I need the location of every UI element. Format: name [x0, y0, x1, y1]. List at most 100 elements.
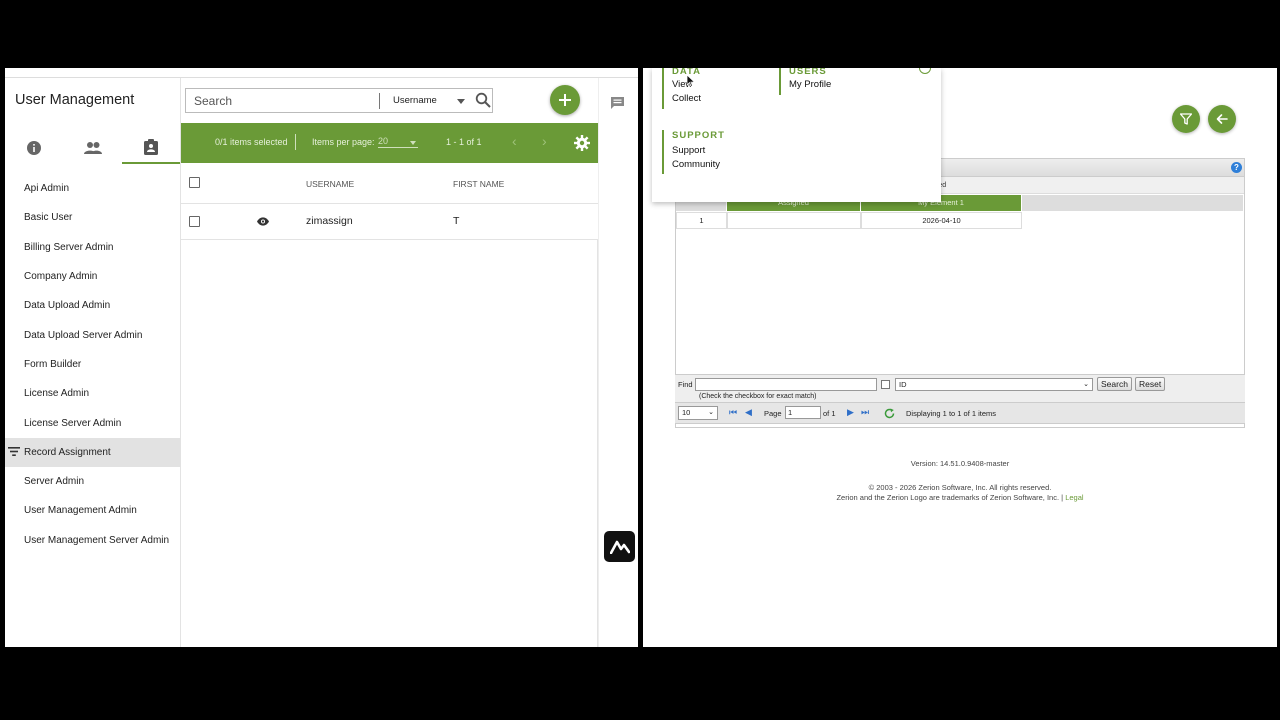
- desktop: User Management Api Admin Basic User Bil…: [0, 0, 1280, 720]
- search-placeholder: Search: [194, 94, 233, 108]
- search-button[interactable]: Search: [1097, 377, 1132, 391]
- search-input[interactable]: Search Username: [185, 88, 493, 113]
- role-label: Basic User: [24, 212, 73, 224]
- app-launcher-icon[interactable]: [604, 531, 635, 562]
- menu-section-support: SUPPORT Support Community: [662, 130, 752, 174]
- help-icon[interactable]: [919, 68, 931, 74]
- role-label: User Management Admin: [24, 505, 137, 517]
- chevron-right-icon[interactable]: ›: [542, 133, 547, 149]
- column-header-first-name[interactable]: FIRST NAME: [453, 179, 504, 189]
- role-item-data-upload-server-admin[interactable]: Data Upload Server Admin: [5, 320, 181, 349]
- role-label: Company Admin: [24, 271, 98, 283]
- nav-menu-popup: DATA View Collect USERS My Profile SUPPO…: [652, 68, 941, 202]
- plus-icon: [559, 94, 571, 106]
- search-field-select[interactable]: Username: [393, 95, 437, 106]
- menu-link-my-profile[interactable]: My Profile: [789, 78, 831, 92]
- prev-page-icon[interactable]: ◀: [745, 407, 752, 418]
- signature-icon: [609, 540, 630, 554]
- legal-link[interactable]: Legal: [1065, 493, 1083, 502]
- role-label: Api Admin: [24, 183, 70, 195]
- trademark-text: Zerion and the Zerion Logo are trademark…: [836, 493, 1064, 502]
- sidebar-tabs: [5, 132, 181, 164]
- chevron-down-icon[interactable]: [410, 141, 416, 145]
- role-label: License Server Admin: [24, 417, 122, 429]
- help-icon[interactable]: ?: [1231, 162, 1242, 173]
- tab-info[interactable]: [5, 132, 63, 164]
- assignment-icon: [144, 139, 158, 155]
- page-total: of 1: [823, 409, 836, 418]
- trademark-line: Zerion and the Zerion Logo are trademark…: [643, 493, 1277, 502]
- add-user-button[interactable]: [550, 85, 580, 115]
- find-field-select[interactable]: ID ⌄: [895, 378, 1093, 391]
- cell-assigned[interactable]: [727, 212, 861, 229]
- comment-icon[interactable]: [611, 97, 624, 109]
- arrow-left-icon: [1216, 114, 1228, 124]
- role-label: Data Upload Admin: [24, 300, 111, 312]
- window-top-strip: [5, 68, 638, 78]
- page-title: User Management: [15, 92, 135, 108]
- filter-list-icon: [8, 446, 20, 456]
- user-management-window: User Management Api Admin Basic User Bil…: [5, 68, 638, 647]
- data-view-window: DATA View Collect USERS My Profile SUPPO…: [643, 68, 1277, 647]
- row-checkbox[interactable]: [189, 216, 200, 227]
- page-label: Page: [764, 409, 782, 418]
- page-size-select[interactable]: 10 ⌄: [678, 406, 718, 420]
- role-label: User Management Server Admin: [24, 534, 170, 546]
- grid-body-empty: [181, 240, 598, 647]
- role-item-basic-user[interactable]: Basic User: [5, 203, 181, 232]
- role-label: Record Assignment: [24, 446, 111, 458]
- eye-icon[interactable]: [257, 217, 269, 226]
- chevron-down-icon: ⌄: [708, 409, 714, 416]
- role-label: Data Upload Server Admin: [24, 329, 143, 341]
- role-item-user-management-server-admin[interactable]: User Management Server Admin: [5, 526, 181, 555]
- roles-sidebar: User Management Api Admin Basic User Bil…: [5, 78, 181, 647]
- role-item-license-server-admin[interactable]: License Server Admin: [5, 408, 181, 437]
- tab-users[interactable]: [64, 132, 122, 164]
- column-header-username[interactable]: USERNAME: [306, 179, 354, 189]
- select-all-checkbox[interactable]: [189, 177, 200, 188]
- cell-first-name: T: [453, 215, 460, 227]
- filter-button[interactable]: [1172, 105, 1200, 133]
- exact-match-checkbox[interactable]: [881, 380, 890, 389]
- menu-heading-support: SUPPORT: [672, 130, 725, 141]
- role-item-data-upload-admin[interactable]: Data Upload Admin: [5, 291, 181, 320]
- reset-button[interactable]: Reset: [1135, 377, 1166, 391]
- last-page-icon[interactable]: ⏭: [861, 407, 869, 418]
- role-item-server-admin[interactable]: Server Admin: [5, 467, 181, 496]
- role-item-form-builder[interactable]: Form Builder: [5, 350, 181, 379]
- cell-my-element-1[interactable]: 2026-04-10: [861, 212, 1022, 229]
- first-page-icon[interactable]: ⏮: [729, 407, 737, 418]
- refresh-icon[interactable]: [884, 408, 895, 419]
- tab-roles[interactable]: [122, 132, 180, 164]
- role-item-company-admin[interactable]: Company Admin: [5, 262, 181, 291]
- role-label: Form Builder: [24, 358, 82, 370]
- exact-match-hint: (Check the checkbox for exact match): [699, 393, 817, 400]
- menu-heading-users: USERS: [789, 68, 827, 77]
- role-item-license-admin[interactable]: License Admin: [5, 379, 181, 408]
- back-button[interactable]: [1208, 105, 1236, 133]
- find-field-value: ID: [899, 380, 907, 389]
- search-icon[interactable]: [475, 92, 491, 108]
- role-item-billing-server-admin[interactable]: Billing Server Admin: [5, 233, 181, 262]
- role-item-record-assignment[interactable]: Record Assignment: [5, 437, 181, 467]
- menu-section-users: USERS My Profile: [779, 68, 879, 95]
- role-label: License Admin: [24, 388, 90, 400]
- menu-link-support[interactable]: Support: [672, 144, 720, 158]
- menu-link-community[interactable]: Community: [672, 158, 720, 172]
- gear-icon[interactable]: [574, 135, 590, 151]
- menu-section-data: DATA View Collect: [662, 68, 752, 109]
- version-text: Version: 14.51.0.9408-master: [910, 459, 1010, 468]
- people-icon: [84, 142, 102, 154]
- find-label: Find: [678, 380, 693, 389]
- menu-link-collect[interactable]: Collect: [672, 92, 701, 106]
- role-item-user-management-admin[interactable]: User Management Admin: [5, 496, 181, 525]
- chevron-left-icon[interactable]: ‹: [512, 133, 517, 149]
- table-row[interactable]: zimassign T: [181, 204, 598, 240]
- filter-icon: [1180, 113, 1192, 125]
- page-number-input[interactable]: 1: [785, 406, 821, 419]
- find-input[interactable]: [695, 378, 877, 391]
- chevron-down-icon[interactable]: [457, 99, 465, 104]
- next-page-icon[interactable]: ▶: [847, 407, 854, 418]
- role-item-api-admin[interactable]: Api Admin: [5, 174, 181, 203]
- role-label: Billing Server Admin: [24, 241, 114, 253]
